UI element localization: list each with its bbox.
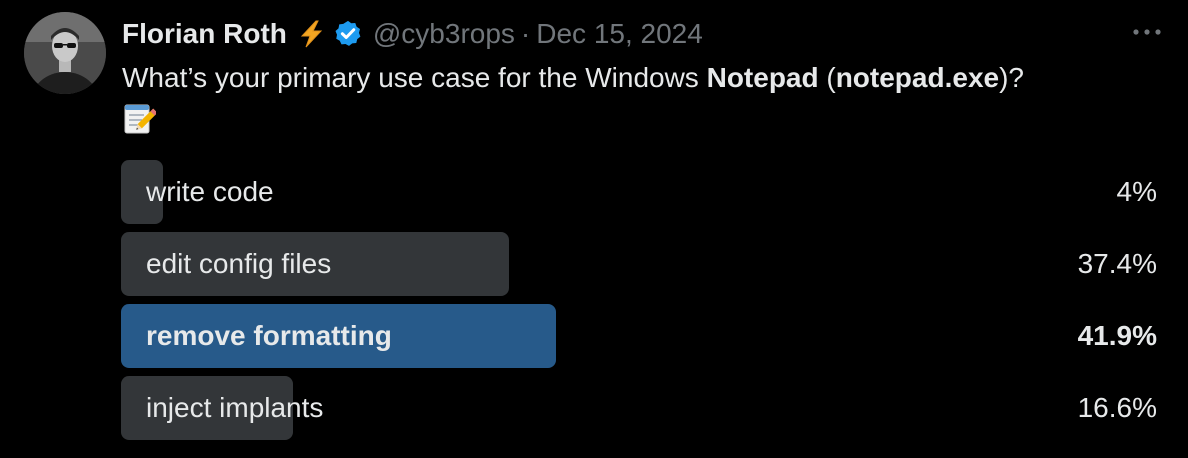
tweet-text-prefix: What’s your primary use case for the Win… — [122, 62, 707, 93]
poll-option-edit-config-files[interactable]: edit config files 37.4% — [121, 232, 1159, 296]
author-handle[interactable]: @cyb3rops — [373, 18, 515, 50]
poll-option-inject-implants[interactable]: inject implants 16.6% — [121, 376, 1159, 440]
tweet-date[interactable]: Dec 15, 2024 — [536, 18, 703, 50]
verified-badge-icon[interactable] — [333, 19, 363, 49]
poll-option-label: remove formatting — [146, 320, 392, 351]
tweet-text: What’s your primary use case for the Win… — [122, 58, 1162, 98]
tweet-header: Florian Roth @cyb3rops · Dec 15, 2024 — [122, 14, 703, 54]
poll-option-label: inject implants — [146, 392, 324, 423]
poll: write code 4% edit config files 37.4% re… — [121, 160, 1159, 448]
poll-option-label: edit config files — [146, 248, 332, 279]
tweet-text-notepad-exe: notepad.exe — [835, 62, 1000, 93]
more-options-icon[interactable] — [1130, 20, 1164, 44]
poll-option-percent: 41.9% — [1077, 320, 1157, 351]
header-separator: · — [520, 18, 531, 49]
poll-option-percent: 16.6% — [1077, 392, 1157, 423]
tweet-text-notepad: Notepad — [706, 62, 819, 93]
poll-option-percent: 37.4% — [1077, 248, 1157, 279]
poll-option-remove-formatting[interactable]: remove formatting 41.9% — [121, 304, 1159, 368]
display-name[interactable]: Florian Roth — [122, 18, 287, 50]
tweet-text-middle: ( — [818, 62, 836, 93]
avatar[interactable] — [24, 12, 106, 94]
poll-option-percent: 4% — [1116, 176, 1157, 207]
poll-option-write-code[interactable]: write code 4% — [121, 160, 1159, 224]
memo-icon — [122, 102, 158, 136]
high-voltage-icon — [297, 19, 327, 49]
poll-option-label: write code — [146, 176, 274, 207]
tweet-text-suffix: )? — [999, 62, 1024, 93]
tweet: Florian Roth @cyb3rops · Dec 15, 2024 Wh… — [0, 0, 1188, 458]
